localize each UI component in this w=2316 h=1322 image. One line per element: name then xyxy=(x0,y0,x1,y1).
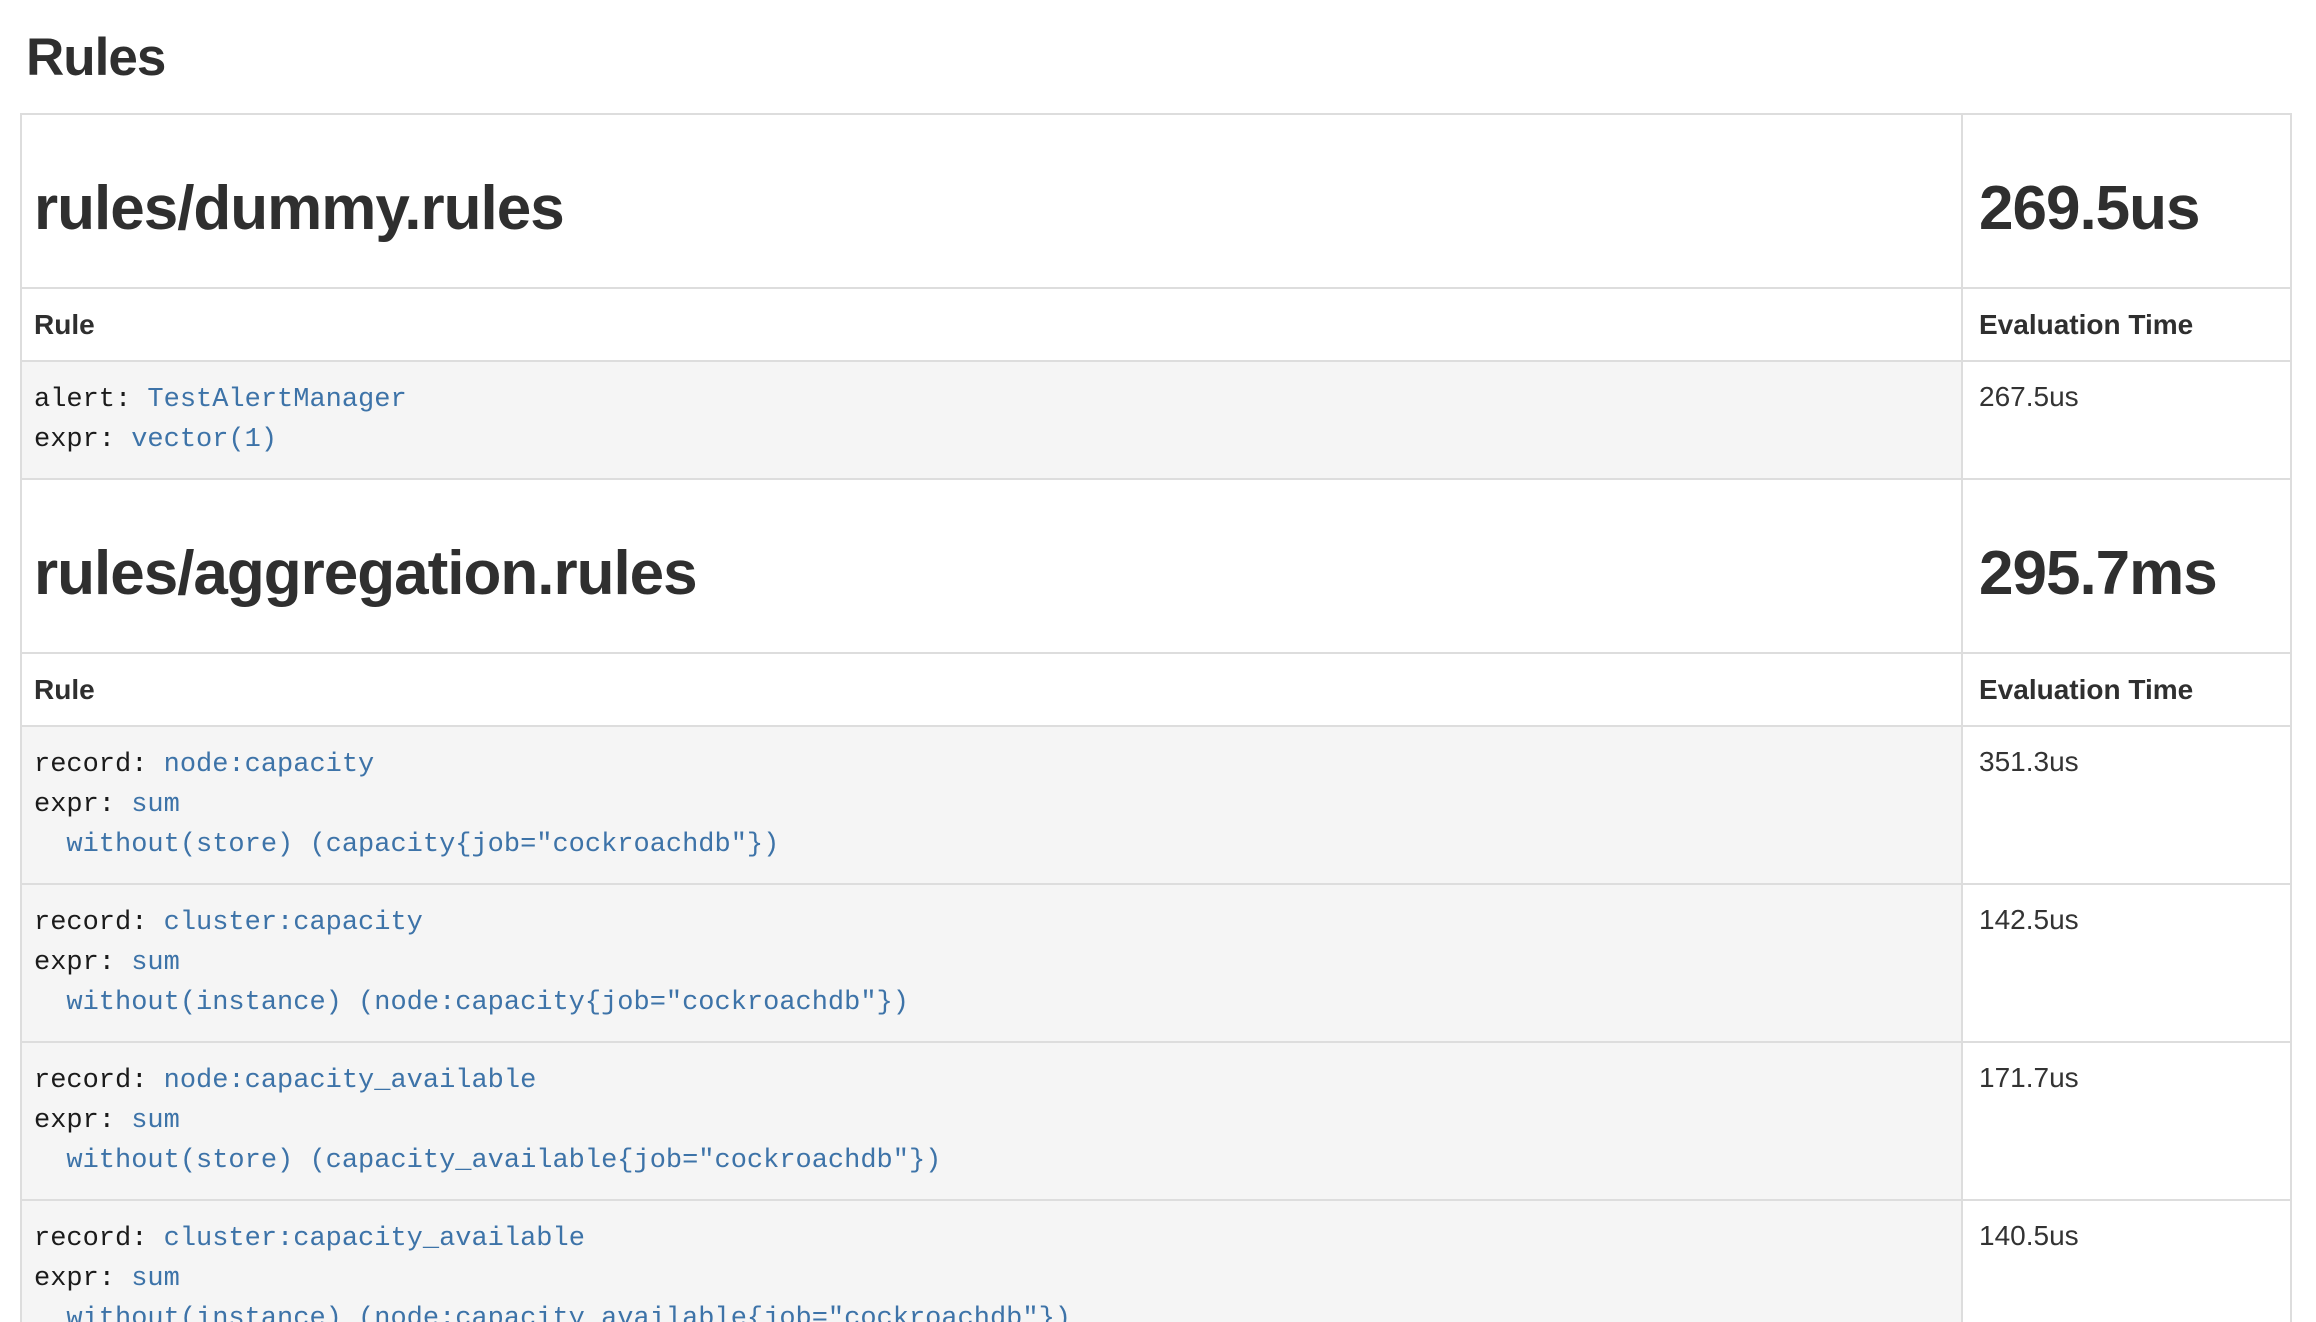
rule-definition-cell: alert: TestAlertManager expr: vector(1) xyxy=(21,361,1962,479)
rules-table: rules/dummy.rules 269.5us Rule Evaluatio… xyxy=(20,113,2292,1322)
rule-kind-label: alert: xyxy=(34,385,147,415)
rule-row: record: cluster:capacity expr: sum witho… xyxy=(21,884,2291,1042)
rule-definition-line: record: cluster:capacity_available xyxy=(34,1219,1949,1259)
expr-label: expr: xyxy=(34,1106,131,1136)
rule-group-name: rules/aggregation.rules xyxy=(34,540,1949,608)
rule-column-header: Rule xyxy=(21,653,1962,726)
expr-label: expr: xyxy=(34,1264,131,1294)
rule-kind-label: record: xyxy=(34,750,164,780)
rule-row: record: node:capacity_available expr: su… xyxy=(21,1042,2291,1200)
rule-column-header: Rule xyxy=(21,288,1962,361)
table-header-row: Rule Evaluation Time xyxy=(21,288,2291,361)
rule-group-header-row: rules/dummy.rules 269.5us xyxy=(21,114,2291,288)
alert-name-link[interactable]: TestAlertManager xyxy=(147,385,406,415)
rule-evaluation-time: 267.5us xyxy=(1962,361,2291,479)
table-header-row: Rule Evaluation Time xyxy=(21,653,2291,726)
rule-name-link[interactable]: cluster:capacity_available xyxy=(164,1224,585,1254)
rule-definition-cell: record: cluster:capacity_available expr:… xyxy=(21,1200,1962,1322)
rule-expr-link[interactable]: sum without(store) (capacity{job="cockro… xyxy=(34,790,779,860)
rule-group-name: rules/dummy.rules xyxy=(34,175,1949,243)
rule-definition-cell: record: node:capacity_available expr: su… xyxy=(21,1042,1962,1200)
rule-kind-label: record: xyxy=(34,908,164,938)
rule-definition-line: alert: TestAlertManager xyxy=(34,380,1949,420)
rule-evaluation-time: 171.7us xyxy=(1962,1042,2291,1200)
rule-kind-label: record: xyxy=(34,1224,164,1254)
rule-definition-line: record: node:capacity xyxy=(34,745,1949,785)
rule-definition-cell: record: cluster:capacity expr: sum witho… xyxy=(21,884,1962,1042)
rule-group-header-row: rules/aggregation.rules 295.7ms xyxy=(21,479,2291,653)
rule-row: record: cluster:capacity_available expr:… xyxy=(21,1200,2291,1322)
rule-group-evaluation-time-cell: 295.7ms xyxy=(1962,479,2291,653)
rule-definition-line: record: node:capacity_available xyxy=(34,1061,1949,1101)
rule-expr-link[interactable]: vector(1) xyxy=(131,425,277,455)
rule-row: alert: TestAlertManager expr: vector(1) … xyxy=(21,361,2291,479)
rule-expr-link[interactable]: sum without(store) (capacity_available{j… xyxy=(34,1106,941,1176)
rule-expr-line: expr: sum without(store) (capacity_avail… xyxy=(34,1101,1949,1181)
rule-definition-cell: record: node:capacity expr: sum without(… xyxy=(21,726,1962,884)
rule-row: record: node:capacity expr: sum without(… xyxy=(21,726,2291,884)
rule-group-evaluation-time: 295.7ms xyxy=(1979,540,2278,608)
rule-group-name-cell: rules/dummy.rules xyxy=(21,114,1962,288)
rule-expr-line: expr: sum without(instance) (node:capaci… xyxy=(34,943,1949,1023)
rule-definition-line: record: cluster:capacity xyxy=(34,903,1949,943)
rule-evaluation-time: 351.3us xyxy=(1962,726,2291,884)
expr-label: expr: xyxy=(34,948,131,978)
rule-group-evaluation-time-cell: 269.5us xyxy=(1962,114,2291,288)
rule-expr-line: expr: sum without(instance) (node:capaci… xyxy=(34,1259,1949,1322)
rule-name-link[interactable]: node:capacity_available xyxy=(164,1066,537,1096)
rule-name-link[interactable]: node:capacity xyxy=(164,750,375,780)
evaluation-time-column-header: Evaluation Time xyxy=(1962,288,2291,361)
rule-evaluation-time: 140.5us xyxy=(1962,1200,2291,1322)
rule-group-name-cell: rules/aggregation.rules xyxy=(21,479,1962,653)
evaluation-time-column-header: Evaluation Time xyxy=(1962,653,2291,726)
page-title: Rules xyxy=(26,28,2316,88)
rule-expr-link[interactable]: sum without(instance) (node:capacity_ava… xyxy=(34,1264,1071,1322)
rule-expr-line: expr: vector(1) xyxy=(34,420,1949,460)
rule-evaluation-time: 142.5us xyxy=(1962,884,2291,1042)
expr-label: expr: xyxy=(34,790,131,820)
rule-expr-line: expr: sum without(store) (capacity{job="… xyxy=(34,785,1949,865)
expr-label: expr: xyxy=(34,425,131,455)
rule-group-evaluation-time: 269.5us xyxy=(1979,175,2278,243)
rule-kind-label: record: xyxy=(34,1066,164,1096)
rule-name-link[interactable]: cluster:capacity xyxy=(164,908,423,938)
rule-expr-link[interactable]: sum without(instance) (node:capacity{job… xyxy=(34,948,909,1018)
